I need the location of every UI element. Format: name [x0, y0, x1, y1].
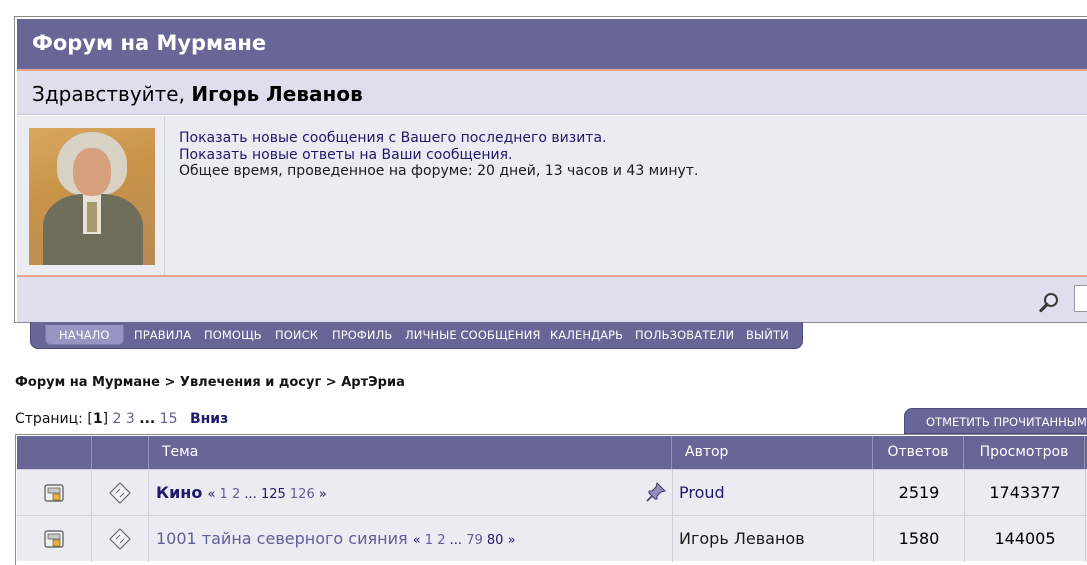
main-nav: НАЧАЛО ПРАВИЛА ПОМОЩЬ ПОИСК ПРОФИЛЬ ЛИЧН…	[30, 322, 803, 349]
topic-pages-open: «	[207, 487, 216, 502]
breadcrumb-root[interactable]: Форум на Мурмане	[15, 375, 160, 390]
topic-pages-dots: ...	[244, 487, 257, 502]
nav-search[interactable]: ПОИСК	[275, 325, 318, 345]
author-link[interactable]: Игорь Леванов	[679, 529, 805, 548]
user-info-panel: Показать новые сообщения с Вашего послед…	[17, 116, 1087, 275]
welcome-bar: Здравствуйте, Игорь Леванов	[17, 71, 1087, 115]
views-cell: 1743377	[965, 470, 1086, 516]
topic-status-icon	[44, 484, 64, 502]
topic-pages-dots: ...	[449, 533, 463, 548]
user-links: Показать новые сообщения с Вашего послед…	[179, 130, 698, 180]
post-icon	[109, 528, 131, 550]
icon-cell	[92, 516, 149, 562]
header-replies[interactable]: Ответов	[873, 436, 964, 469]
avatar-tie	[87, 202, 97, 232]
nav-private-messages[interactable]: ЛИЧНЫЕ СООБЩЕНИЯ	[405, 325, 541, 345]
pagination-ellipsis: ...	[139, 411, 156, 427]
breadcrumb-forum[interactable]: АртЭриа	[341, 375, 405, 390]
header-status	[17, 436, 92, 469]
topic-pages-close: »	[318, 487, 327, 502]
greeting-prefix: Здравствуйте,	[32, 82, 185, 106]
header-topic[interactable]: Тема	[149, 436, 672, 469]
avatar-cell	[17, 116, 165, 275]
nav-calendar[interactable]: КАЛЕНДАРЬ	[550, 325, 623, 345]
status-cell	[17, 470, 92, 516]
nav-logout[interactable]: ВЫЙТИ	[746, 325, 789, 345]
header-author[interactable]: Автор	[672, 436, 873, 469]
breadcrumb: Форум на Мурмане > Увлечения и досуг > А…	[15, 375, 405, 390]
topic-status-icon	[44, 530, 64, 548]
pin-icon	[646, 482, 666, 502]
replies-cell: 1580	[874, 516, 965, 562]
topic-pages: « 1 2 ... 79 80 »	[413, 533, 516, 548]
user-name: Игорь Леванов	[191, 82, 363, 106]
mark-read-button[interactable]: ОТМЕТИТЬ ПРОЧИТАННЫМИ	[904, 408, 1087, 434]
nav-help[interactable]: ПОМОЩЬ	[204, 325, 262, 345]
header-icon	[92, 436, 149, 469]
topic-page-link[interactable]: 80	[487, 533, 504, 548]
search-bar	[17, 277, 1087, 322]
new-posts-link[interactable]: Показать новые сообщения с Вашего послед…	[179, 130, 698, 147]
breadcrumb-separator: >	[164, 375, 176, 390]
author-link[interactable]: Proud	[679, 483, 725, 502]
topic-page-link[interactable]: 125	[261, 487, 286, 502]
author-cell: Игорь Леванов	[673, 516, 874, 562]
post-icon	[109, 482, 131, 504]
table-row: Кино « 1 2 ... 125 126 » Proud 2519 1743…	[17, 469, 1087, 516]
nav-rules[interactable]: ПРАВИЛА	[134, 325, 191, 345]
topic-pages-close: »	[507, 533, 516, 548]
search-icon[interactable]	[1038, 291, 1060, 313]
topic-page-link[interactable]: 79	[466, 533, 483, 548]
forum-title[interactable]: Форум на Мурмане	[17, 19, 1087, 69]
author-cell: Proud	[673, 470, 874, 516]
status-cell	[17, 516, 92, 562]
topic-cell: Кино « 1 2 ... 125 126 »	[149, 470, 673, 516]
avatar[interactable]	[29, 128, 155, 265]
avatar-face	[73, 148, 111, 196]
nav-profile[interactable]: ПРОФИЛЬ	[332, 325, 392, 345]
topic-page-link[interactable]: 126	[290, 487, 315, 502]
topic-page-link[interactable]: 2	[437, 533, 445, 548]
topics-table: Тема Автор Ответов Просмотров Кино « 1 2	[15, 434, 1087, 565]
breadcrumb-section[interactable]: Увлечения и досуг	[180, 375, 321, 390]
replies-cell: 2519	[874, 470, 965, 516]
scroll-down-link[interactable]: Вниз	[190, 411, 228, 427]
new-replies-link[interactable]: Показать новые ответы на Ваши сообщения.	[179, 147, 698, 164]
topic-pages: « 1 2 ... 125 126 »	[207, 487, 326, 502]
search-input[interactable]	[1074, 285, 1087, 312]
breadcrumb-separator: >	[325, 375, 337, 390]
topic-page-link[interactable]: 1	[425, 533, 433, 548]
pagination-page[interactable]: 2	[113, 411, 122, 427]
pagination-page[interactable]: 3	[126, 411, 135, 427]
pagination-current: 1	[92, 411, 103, 427]
views-cell: 144005	[965, 516, 1086, 562]
topic-cell: 1001 тайна северного сияния « 1 2 ... 79…	[149, 516, 673, 562]
nav-users[interactable]: ПОЛЬЗОВАТЕЛИ	[635, 325, 734, 345]
topic-title-link[interactable]: 1001 тайна северного сияния	[156, 529, 408, 548]
header-views[interactable]: Просмотров	[964, 436, 1085, 469]
forum-header-panel: Форум на Мурмане Здравствуйте, Игорь Лев…	[14, 16, 1087, 323]
pagination: Страниц: [1] 2 3 ... 15 Вниз	[15, 411, 229, 427]
topic-page-link[interactable]: 1	[220, 487, 228, 502]
topic-pages-open: «	[412, 533, 421, 548]
pagination-last[interactable]: 15	[160, 411, 178, 427]
nav-home[interactable]: НАЧАЛО	[45, 325, 124, 345]
table-row: 1001 тайна северного сияния « 1 2 ... 79…	[17, 515, 1087, 562]
topic-page-link[interactable]: 2	[232, 487, 240, 502]
time-spent-text: Общее время, проведенное на форуме: 20 д…	[179, 163, 699, 179]
topic-title-link[interactable]: Кино	[156, 483, 202, 502]
icon-cell	[92, 470, 149, 516]
pagination-label: Страниц:	[15, 411, 83, 427]
